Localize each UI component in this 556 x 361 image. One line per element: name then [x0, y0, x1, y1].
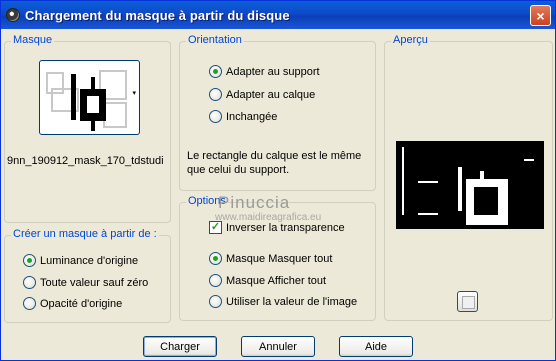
close-button[interactable]: × — [530, 5, 551, 26]
mask-group-label: Masque — [11, 34, 55, 46]
radio-show-all[interactable]: Masque Afficher tout — [209, 274, 326, 287]
cancel-button[interactable]: Annuler — [241, 336, 315, 357]
help-button[interactable]: Aide — [339, 336, 413, 357]
radio-label: Adapter au calque — [226, 88, 316, 101]
radio-label: Inchangée — [226, 110, 278, 123]
radio-label: Utiliser la valeur de l'image — [226, 295, 358, 308]
radio-any-value[interactable]: Toute valeur sauf zéro — [23, 276, 148, 289]
radio-label: Luminance d'origine — [40, 254, 139, 267]
preview-image — [396, 141, 544, 229]
dialog-window: Chargement du masque à partir du disque … — [0, 0, 556, 361]
orientation-note: Le rectangle du calque est le même que c… — [187, 150, 362, 176]
radio-luminance[interactable]: Luminance d'origine — [23, 254, 138, 267]
checkbox-label: Inverser la transparence — [226, 221, 345, 234]
dropdown-arrow-icon: ▾ — [132, 90, 136, 97]
watermark-url: www.maidireagrafica.eu — [215, 212, 322, 223]
app-icon — [6, 8, 20, 22]
radio-hide-all[interactable]: Masque Masquer tout — [209, 252, 332, 265]
radio-label: Opacité d'origine — [40, 297, 123, 310]
radio-unchanged[interactable]: Inchangée — [209, 110, 277, 123]
radio-button[interactable] — [209, 274, 222, 287]
radio-opacity[interactable]: Opacité d'origine — [23, 297, 122, 310]
title-bar[interactable]: Chargement du masque à partir du disque … — [1, 1, 555, 29]
radio-label: Toute valeur sauf zéro — [40, 276, 149, 289]
watermark-name: Pinuccia — [218, 193, 291, 212]
preview-toggle-button[interactable] — [457, 291, 478, 312]
radio-label: Masque Masquer tout — [226, 252, 333, 265]
radio-button[interactable] — [209, 295, 222, 308]
mask-selector-button[interactable]: ▾ — [39, 60, 140, 135]
radio-button[interactable] — [209, 88, 222, 101]
mask-name-label: 9nn_190912_mask_170_tdstudi — [7, 155, 164, 167]
radio-button[interactable] — [23, 254, 36, 267]
radio-button[interactable] — [209, 65, 222, 78]
mask-thumbnail — [46, 70, 127, 131]
radio-button[interactable] — [209, 110, 222, 123]
radio-use-image-value[interactable]: Utiliser la valeur de l'image — [209, 295, 357, 308]
orientation-group-label: Orientation — [186, 34, 244, 46]
preview-group-label: Aperçu — [391, 34, 430, 46]
create-mask-group-label: Créer un masque à partir de : — [11, 228, 159, 240]
radio-button[interactable] — [23, 297, 36, 310]
radio-button[interactable] — [23, 276, 36, 289]
load-button[interactable]: Charger — [143, 336, 217, 357]
radio-fit-canvas[interactable]: Adapter au support — [209, 65, 320, 78]
radio-label: Adapter au support — [226, 65, 320, 78]
radio-label: Masque Afficher tout — [226, 274, 327, 287]
radio-fit-layer[interactable]: Adapter au calque — [209, 88, 315, 101]
window-title: Chargement du masque à partir du disque — [25, 7, 290, 23]
radio-button[interactable] — [209, 252, 222, 265]
